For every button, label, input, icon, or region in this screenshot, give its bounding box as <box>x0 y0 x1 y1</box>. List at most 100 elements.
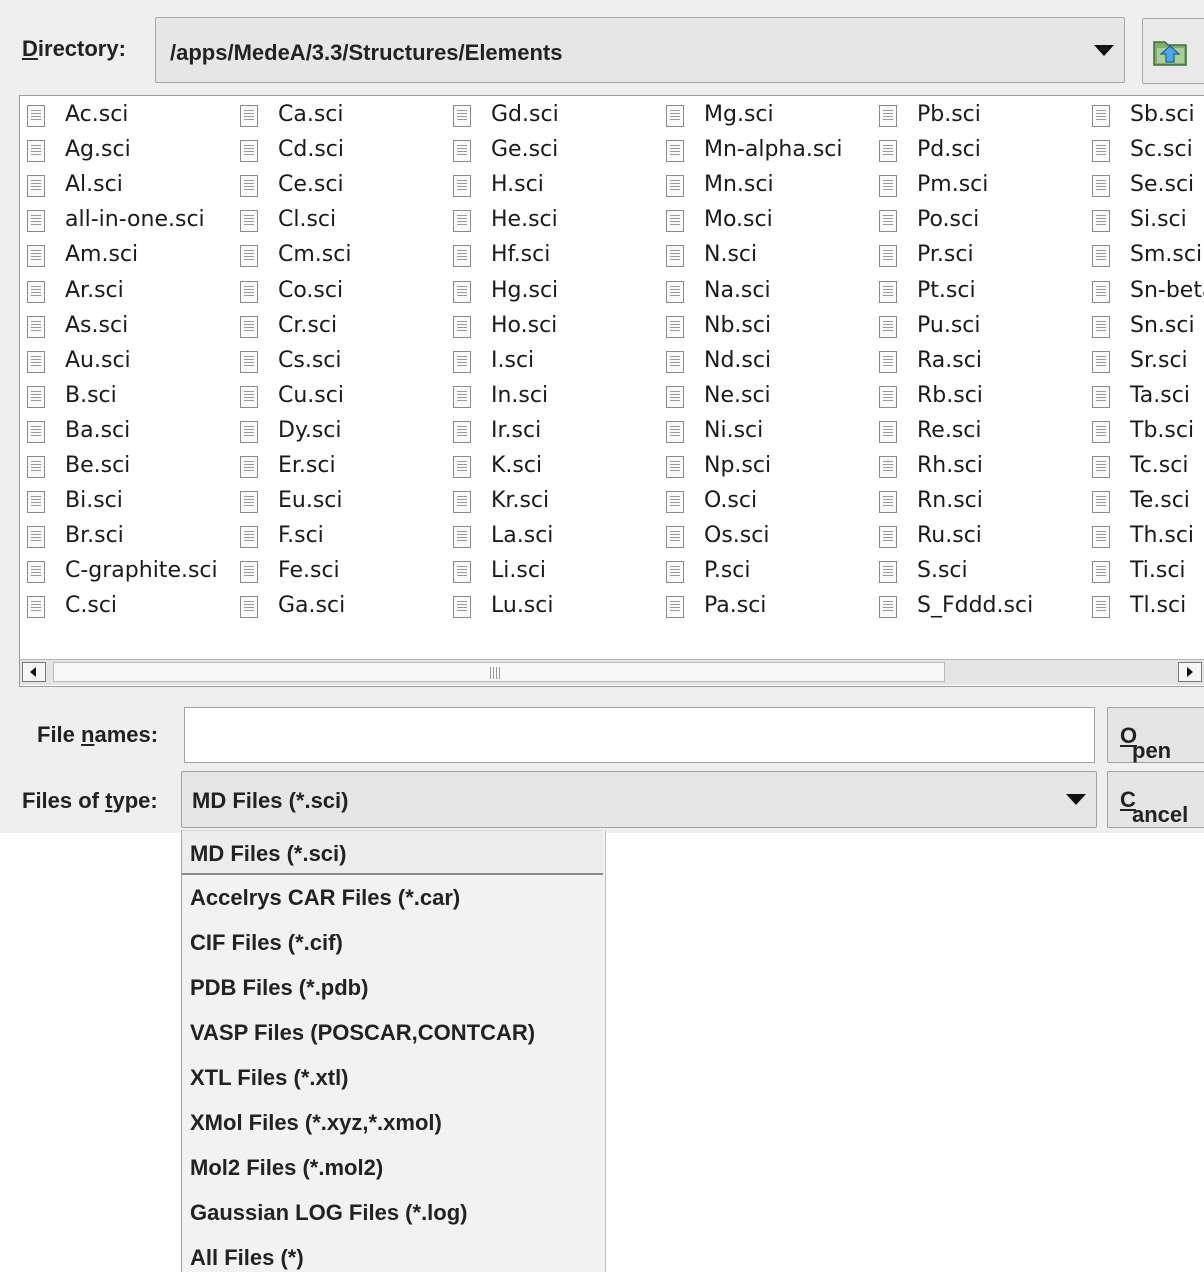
horizontal-scrollbar[interactable] <box>20 659 1204 685</box>
file-item[interactable]: all-in-one.sci <box>20 204 233 239</box>
file-item[interactable]: P.sci <box>659 555 872 590</box>
file-item[interactable]: Ru.sci <box>872 520 1085 555</box>
scroll-right-button[interactable] <box>1178 662 1202 682</box>
files-of-type-combobox[interactable]: MD Files (*.sci) <box>181 771 1097 828</box>
file-item[interactable]: Ra.sci <box>872 345 1085 380</box>
scroll-thumb[interactable] <box>53 662 945 682</box>
file-item[interactable]: Sn.sci <box>1085 310 1204 345</box>
folder-up-button[interactable] <box>1142 18 1204 84</box>
file-item[interactable]: C-graphite.sci <box>20 555 233 590</box>
file-item[interactable]: Ag.sci <box>20 134 233 169</box>
file-item[interactable]: Pt.sci <box>872 275 1085 310</box>
file-item[interactable]: Sr.sci <box>1085 345 1204 380</box>
file-item[interactable]: Sb.sci <box>1085 99 1204 134</box>
file-item[interactable]: Pd.sci <box>872 134 1085 169</box>
file-item[interactable]: Ti.sci <box>1085 555 1204 590</box>
file-item[interactable]: Lu.sci <box>446 590 659 625</box>
file-item[interactable]: Hf.sci <box>446 239 659 274</box>
file-item[interactable]: Al.sci <box>20 169 233 204</box>
file-item[interactable]: F.sci <box>233 520 446 555</box>
file-item[interactable]: Mg.sci <box>659 99 872 134</box>
file-item[interactable]: Cr.sci <box>233 310 446 345</box>
file-item[interactable]: Tc.sci <box>1085 450 1204 485</box>
file-item[interactable]: N.sci <box>659 239 872 274</box>
file-item[interactable]: Cm.sci <box>233 239 446 274</box>
dropdown-option[interactable]: Mol2 Files (*.mol2) <box>182 1145 603 1190</box>
file-item[interactable]: Ce.sci <box>233 169 446 204</box>
file-item[interactable]: Re.sci <box>872 415 1085 450</box>
file-item[interactable]: Er.sci <box>233 450 446 485</box>
open-button[interactable]: Open <box>1107 707 1204 763</box>
dropdown-option[interactable]: Gaussian LOG Files (*.log) <box>182 1190 603 1235</box>
file-item[interactable]: Cu.sci <box>233 380 446 415</box>
files-of-type-dropdown[interactable]: MD Files (*.sci) Accelrys CAR Files (*.ca… <box>181 830 606 1272</box>
dropdown-option[interactable]: VASP Files (POSCAR,CONTCAR) <box>182 1010 603 1055</box>
file-item[interactable]: Pm.sci <box>872 169 1085 204</box>
file-item[interactable]: Te.sci <box>1085 485 1204 520</box>
file-item[interactable]: Os.sci <box>659 520 872 555</box>
file-item[interactable]: Ir.sci <box>446 415 659 450</box>
file-item[interactable]: Np.sci <box>659 450 872 485</box>
file-item[interactable]: Cl.sci <box>233 204 446 239</box>
file-item[interactable]: K.sci <box>446 450 659 485</box>
file-item[interactable]: Gd.sci <box>446 99 659 134</box>
file-item[interactable]: Pr.sci <box>872 239 1085 274</box>
file-item[interactable]: Am.sci <box>20 239 233 274</box>
file-item[interactable]: S_Fddd.sci <box>872 590 1085 625</box>
file-item[interactable]: La.sci <box>446 520 659 555</box>
dropdown-option[interactable]: XMol Files (*.xyz,*.xmol) <box>182 1100 603 1145</box>
file-item[interactable]: Mn-alpha.sci <box>659 134 872 169</box>
scroll-left-button[interactable] <box>22 662 46 682</box>
file-item[interactable]: Ga.sci <box>233 590 446 625</box>
directory-combobox[interactable]: /apps/MedeA/3.3/Structures/Elements <box>155 17 1125 83</box>
file-item[interactable]: Tb.sci <box>1085 415 1204 450</box>
file-item[interactable]: Pa.sci <box>659 590 872 625</box>
dropdown-option[interactable]: XTL Files (*.xtl) <box>182 1055 603 1100</box>
file-item[interactable]: Ta.sci <box>1085 380 1204 415</box>
file-item[interactable]: Mo.sci <box>659 204 872 239</box>
file-names-input[interactable] <box>184 707 1095 763</box>
file-item[interactable]: He.sci <box>446 204 659 239</box>
file-item[interactable]: Ho.sci <box>446 310 659 345</box>
dropdown-option[interactable]: All Files (*) <box>182 1235 603 1272</box>
file-item[interactable]: S.sci <box>872 555 1085 590</box>
file-item[interactable]: Ac.sci <box>20 99 233 134</box>
file-item[interactable]: Ba.sci <box>20 415 233 450</box>
file-item[interactable]: Fe.sci <box>233 555 446 590</box>
file-item[interactable]: Ni.sci <box>659 415 872 450</box>
file-item[interactable]: Mn.sci <box>659 169 872 204</box>
file-item[interactable]: Bi.sci <box>20 485 233 520</box>
file-item[interactable]: Rb.sci <box>872 380 1085 415</box>
file-item[interactable]: Cs.sci <box>233 345 446 380</box>
file-item[interactable]: Si.sci <box>1085 204 1204 239</box>
file-list[interactable]: Ac.sci Ag.sci Al.sci all-in-one.sci Am.sci Ar… <box>19 95 1204 687</box>
file-item[interactable]: As.sci <box>20 310 233 345</box>
file-item[interactable]: Tl.sci <box>1085 590 1204 625</box>
file-item[interactable]: Ar.sci <box>20 275 233 310</box>
file-item[interactable]: Pb.sci <box>872 99 1085 134</box>
file-item[interactable]: Au.sci <box>20 345 233 380</box>
file-item[interactable]: C.sci <box>20 590 233 625</box>
file-item[interactable]: B.sci <box>20 380 233 415</box>
file-item[interactable]: Eu.sci <box>233 485 446 520</box>
file-item[interactable]: Dy.sci <box>233 415 446 450</box>
file-item[interactable]: Pu.sci <box>872 310 1085 345</box>
dropdown-option[interactable]: Accelrys CAR Files (*.car) <box>182 875 603 920</box>
file-item[interactable]: Co.sci <box>233 275 446 310</box>
file-item[interactable]: In.sci <box>446 380 659 415</box>
file-item[interactable]: Na.sci <box>659 275 872 310</box>
file-item[interactable]: Ge.sci <box>446 134 659 169</box>
file-item[interactable]: Cd.sci <box>233 134 446 169</box>
file-item[interactable]: Rn.sci <box>872 485 1085 520</box>
file-item[interactable]: Nd.sci <box>659 345 872 380</box>
file-item[interactable]: Be.sci <box>20 450 233 485</box>
file-item[interactable]: Br.sci <box>20 520 233 555</box>
file-item[interactable]: I.sci <box>446 345 659 380</box>
cancel-button[interactable]: Cancel <box>1107 771 1204 828</box>
file-item[interactable]: Sn-beta.sci <box>1085 275 1204 310</box>
file-item[interactable]: Sc.sci <box>1085 134 1204 169</box>
file-item[interactable]: Rh.sci <box>872 450 1085 485</box>
file-item[interactable]: Sm.sci <box>1085 239 1204 274</box>
file-item[interactable]: Ne.sci <box>659 380 872 415</box>
file-item[interactable]: O.sci <box>659 485 872 520</box>
